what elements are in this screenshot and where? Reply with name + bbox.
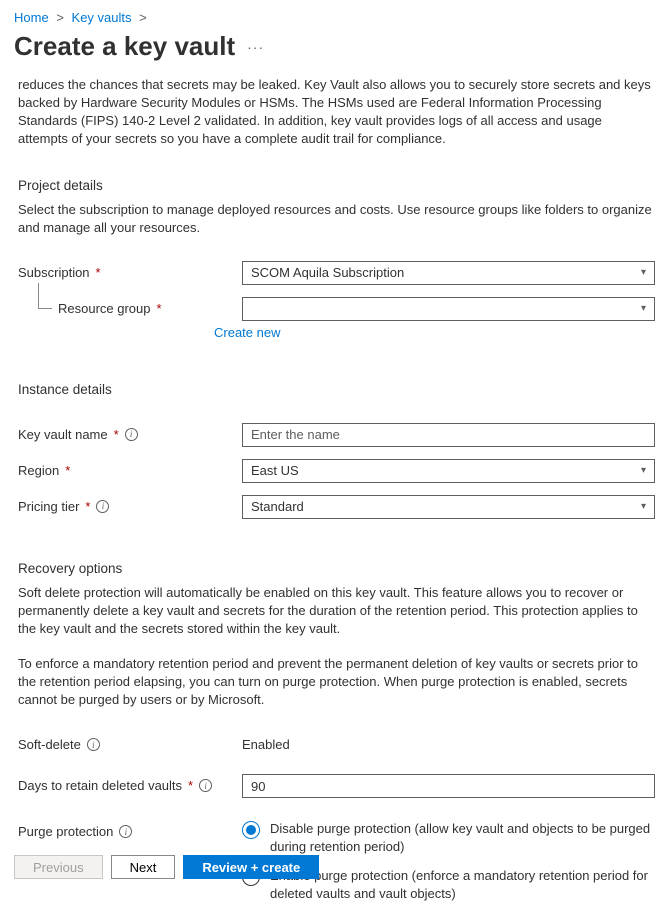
purge-protection-label: Purge protection i bbox=[18, 820, 242, 839]
chevron-down-icon: ▾ bbox=[641, 267, 646, 278]
purge-disable-radio[interactable]: Disable purge protection (allow key vaul… bbox=[242, 820, 655, 855]
info-icon[interactable]: i bbox=[96, 500, 109, 513]
recovery-para1: Soft delete protection will automaticall… bbox=[18, 584, 655, 638]
pricing-tier-label: Pricing tier* i bbox=[18, 495, 242, 514]
project-details-subtext: Select the subscription to manage deploy… bbox=[18, 201, 655, 237]
project-details-heading: Project details bbox=[18, 178, 655, 193]
footer-actions: Previous Next Review + create bbox=[14, 855, 319, 879]
info-icon[interactable]: i bbox=[125, 428, 138, 441]
breadcrumb: Home > Key vaults > bbox=[0, 0, 671, 29]
next-button[interactable]: Next bbox=[111, 855, 176, 879]
info-icon[interactable]: i bbox=[199, 779, 212, 792]
breadcrumb-sep: > bbox=[56, 10, 64, 25]
resource-group-label: Resource group* bbox=[58, 297, 242, 316]
region-select[interactable]: East US ▾ bbox=[242, 459, 655, 483]
indent-line bbox=[38, 283, 52, 309]
info-icon[interactable]: i bbox=[87, 738, 100, 751]
recovery-para2: To enforce a mandatory retention period … bbox=[18, 655, 655, 709]
breadcrumb-keyvaults[interactable]: Key vaults bbox=[72, 10, 132, 25]
keyvault-name-label: Key vault name* i bbox=[18, 423, 242, 442]
page-title: Create a key vault bbox=[14, 31, 235, 62]
soft-delete-value: Enabled bbox=[242, 733, 655, 752]
days-retain-label: Days to retain deleted vaults* i bbox=[18, 774, 242, 793]
chevron-down-icon: ▾ bbox=[641, 501, 646, 512]
breadcrumb-home[interactable]: Home bbox=[14, 10, 49, 25]
intro-text: reduces the chances that secrets may be … bbox=[18, 76, 655, 148]
days-retain-input[interactable] bbox=[242, 774, 655, 798]
page-title-row: Create a key vault ··· bbox=[0, 29, 671, 76]
review-create-button[interactable]: Review + create bbox=[183, 855, 319, 879]
chevron-down-icon: ▾ bbox=[641, 303, 646, 314]
recovery-options-heading: Recovery options bbox=[18, 561, 655, 576]
more-actions-icon[interactable]: ··· bbox=[247, 39, 264, 55]
subscription-select[interactable]: SCOM Aquila Subscription ▾ bbox=[242, 261, 655, 285]
breadcrumb-sep: > bbox=[139, 10, 147, 25]
subscription-label: Subscription* bbox=[18, 261, 242, 280]
region-label: Region* bbox=[18, 459, 242, 478]
info-icon[interactable]: i bbox=[119, 825, 132, 838]
previous-button: Previous bbox=[14, 855, 103, 879]
instance-details-heading: Instance details bbox=[18, 382, 655, 397]
create-new-link[interactable]: Create new bbox=[214, 325, 280, 340]
resource-group-select[interactable]: ▾ bbox=[242, 297, 655, 321]
radio-icon bbox=[242, 821, 260, 839]
purge-enable-label: Enable purge protection (enforce a manda… bbox=[270, 867, 655, 902]
pricing-tier-select[interactable]: Standard ▾ bbox=[242, 495, 655, 519]
keyvault-name-input[interactable] bbox=[242, 423, 655, 447]
purge-disable-label: Disable purge protection (allow key vaul… bbox=[270, 820, 655, 855]
soft-delete-label: Soft-delete i bbox=[18, 733, 242, 752]
chevron-down-icon: ▾ bbox=[641, 465, 646, 476]
